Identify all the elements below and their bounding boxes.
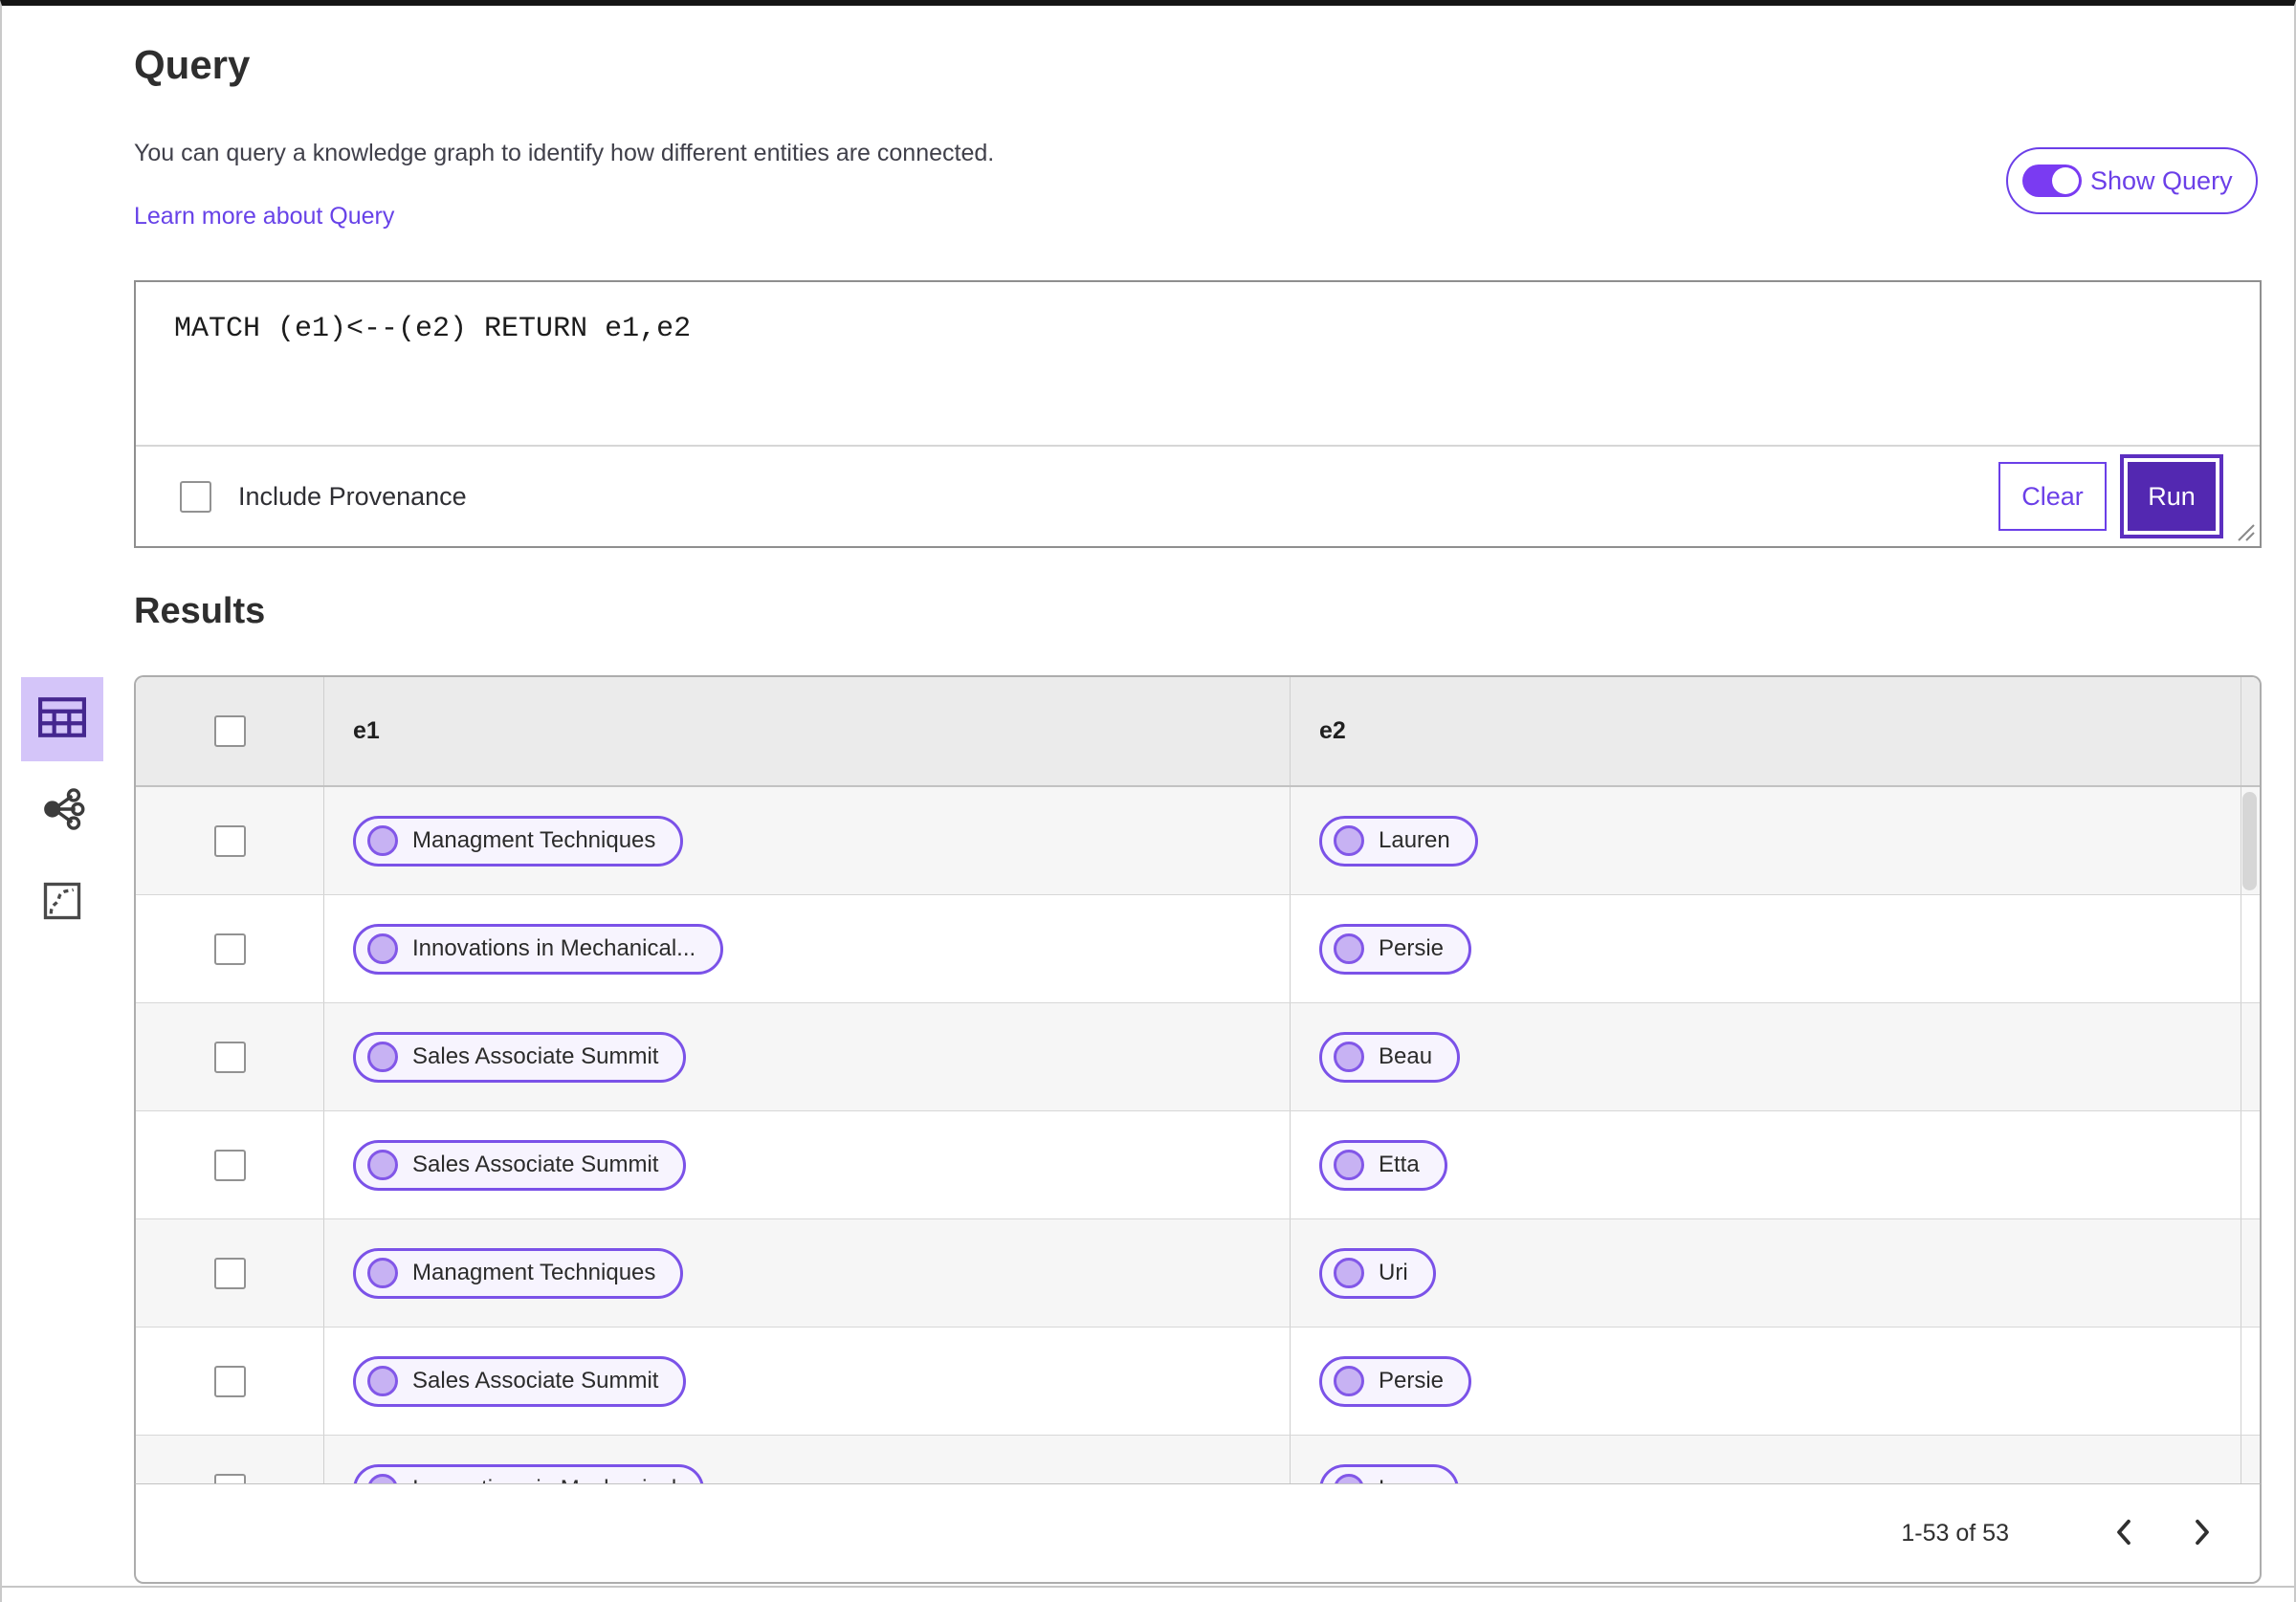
- table-icon: [38, 696, 86, 742]
- run-button[interactable]: Run: [2128, 462, 2216, 531]
- entity-pill[interactable]: Managment Techniques: [353, 1247, 684, 1299]
- chevron-right-icon: [2193, 1518, 2212, 1549]
- entity-node-icon: [367, 1474, 398, 1483]
- entity-pill[interactable]: Persie: [1319, 923, 1472, 975]
- entity-node-icon: [1334, 1150, 1364, 1180]
- show-query-label: Show Query: [2090, 165, 2233, 195]
- query-description: You can query a knowledge graph to ident…: [134, 140, 995, 166]
- entity-label: Etta: [1379, 1152, 1420, 1177]
- table-row: Managment Techniques Lauren: [136, 787, 2260, 895]
- entity-label: Innovations in Mechanical...: [412, 935, 696, 961]
- clear-button[interactable]: Clear: [1998, 462, 2107, 531]
- entity-label: Sales Associate Summit: [412, 1368, 659, 1394]
- page: Query You can query a knowledge graph to…: [0, 0, 2296, 1602]
- learn-more-link[interactable]: Learn more about Query: [134, 203, 394, 230]
- entity-label: Innovations in Mechanical: [412, 1476, 676, 1483]
- entity-node-icon: [367, 1042, 398, 1072]
- table-row: Sales Associate Summit Beau: [136, 1003, 2260, 1111]
- entity-pill[interactable]: Beau: [1319, 1031, 1461, 1083]
- entity-label: Managment Techniques: [412, 1260, 656, 1285]
- include-provenance-checkbox[interactable]: [180, 480, 211, 513]
- entity-node-icon: [1334, 1042, 1364, 1072]
- pagination-range: 1-53 of 53: [1901, 1519, 2009, 1547]
- entity-label: Larry: [1379, 1476, 1431, 1483]
- entity-pill[interactable]: Innovations in Mechanical...: [353, 923, 724, 975]
- entity-pill[interactable]: Managment Techniques: [353, 815, 684, 867]
- network-icon: [39, 786, 85, 837]
- results-view-switcher: [21, 677, 105, 953]
- entity-pill[interactable]: Persie: [1319, 1355, 1472, 1407]
- select-all-checkbox[interactable]: [213, 715, 246, 747]
- query-editor[interactable]: MATCH (e1)<--(e2) RETURN e1,e2: [136, 282, 2260, 447]
- entity-label: Uri: [1379, 1260, 1408, 1285]
- graph-view-button[interactable]: [21, 769, 103, 853]
- entity-node-icon: [367, 1258, 398, 1288]
- query-actions-bar: Include Provenance Clear Run: [136, 447, 2260, 546]
- entity-label: Persie: [1379, 935, 1445, 961]
- path-view-button[interactable]: [21, 861, 103, 945]
- entity-pill[interactable]: Uri: [1319, 1247, 1436, 1299]
- table-row: Innovations in Mechanical Larry: [136, 1436, 2260, 1483]
- next-page-button[interactable]: [2179, 1510, 2225, 1556]
- results-table: e1 e2 Managment Techniques Lauren Innova…: [134, 675, 2262, 1483]
- page-title: Query: [134, 42, 251, 87]
- entity-node-icon: [1334, 1474, 1364, 1483]
- pagination-bar: 1-53 of 53: [134, 1483, 2262, 1584]
- entity-pill[interactable]: Sales Associate Summit: [353, 1139, 687, 1191]
- table-row: Sales Associate Summit Etta: [136, 1111, 2260, 1219]
- entity-node-icon: [367, 1366, 398, 1396]
- entity-pill[interactable]: Etta: [1319, 1139, 1447, 1191]
- table-header-row: e1 e2: [136, 677, 2260, 787]
- entity-node-icon: [1334, 1258, 1364, 1288]
- include-provenance-label: Include Provenance: [238, 481, 467, 511]
- entity-node-icon: [367, 1150, 398, 1180]
- show-query-toggle[interactable]: Show Query: [2006, 147, 2258, 214]
- toggle-knob: [2052, 167, 2079, 194]
- entity-node-icon: [1334, 1366, 1364, 1396]
- run-button-focus-ring: Run: [2120, 454, 2223, 538]
- entity-label: Managment Techniques: [412, 827, 656, 853]
- entity-pill[interactable]: Sales Associate Summit: [353, 1031, 687, 1083]
- row-checkbox[interactable]: [213, 1365, 246, 1397]
- entity-pill[interactable]: Innovations in Mechanical: [353, 1463, 705, 1483]
- entity-label: Sales Associate Summit: [412, 1043, 659, 1069]
- page-bottom-divider: [2, 1586, 2294, 1588]
- entity-node-icon: [1334, 933, 1364, 964]
- scrollbar-thumb[interactable]: [2242, 792, 2257, 890]
- table-row: Innovations in Mechanical... Persie: [136, 895, 2260, 1003]
- row-checkbox[interactable]: [213, 824, 246, 857]
- toggle-on-icon[interactable]: [2022, 165, 2082, 197]
- table-row: Managment Techniques Uri: [136, 1219, 2260, 1328]
- row-checkbox[interactable]: [213, 933, 246, 965]
- entity-label: Lauren: [1379, 827, 1450, 853]
- row-checkbox[interactable]: [213, 1257, 246, 1289]
- route-icon: [43, 882, 81, 925]
- entity-pill[interactable]: Lauren: [1319, 815, 1478, 867]
- entity-label: Sales Associate Summit: [412, 1152, 659, 1177]
- query-panel: MATCH (e1)<--(e2) RETURN e1,e2 Include P…: [134, 280, 2262, 548]
- entity-pill[interactable]: Sales Associate Summit: [353, 1355, 687, 1407]
- entity-pill[interactable]: Larry: [1319, 1463, 1459, 1483]
- entity-label: Beau: [1379, 1043, 1433, 1069]
- results-title: Results: [134, 591, 266, 631]
- table-row: Sales Associate Summit Persie: [136, 1328, 2260, 1436]
- prev-page-button[interactable]: [2101, 1510, 2147, 1556]
- table-body: Managment Techniques Lauren Innovations …: [136, 787, 2260, 1483]
- table-view-button[interactable]: [21, 677, 103, 761]
- entity-node-icon: [367, 825, 398, 856]
- entity-node-icon: [1334, 825, 1364, 856]
- row-checkbox[interactable]: [213, 1149, 246, 1181]
- row-checkbox[interactable]: [213, 1041, 246, 1073]
- column-header-e1: e1: [353, 717, 380, 744]
- row-checkbox[interactable]: [213, 1473, 246, 1483]
- entity-node-icon: [367, 933, 398, 964]
- chevron-left-icon: [2114, 1518, 2133, 1549]
- column-header-e2: e2: [1319, 717, 1346, 744]
- entity-label: Persie: [1379, 1368, 1445, 1394]
